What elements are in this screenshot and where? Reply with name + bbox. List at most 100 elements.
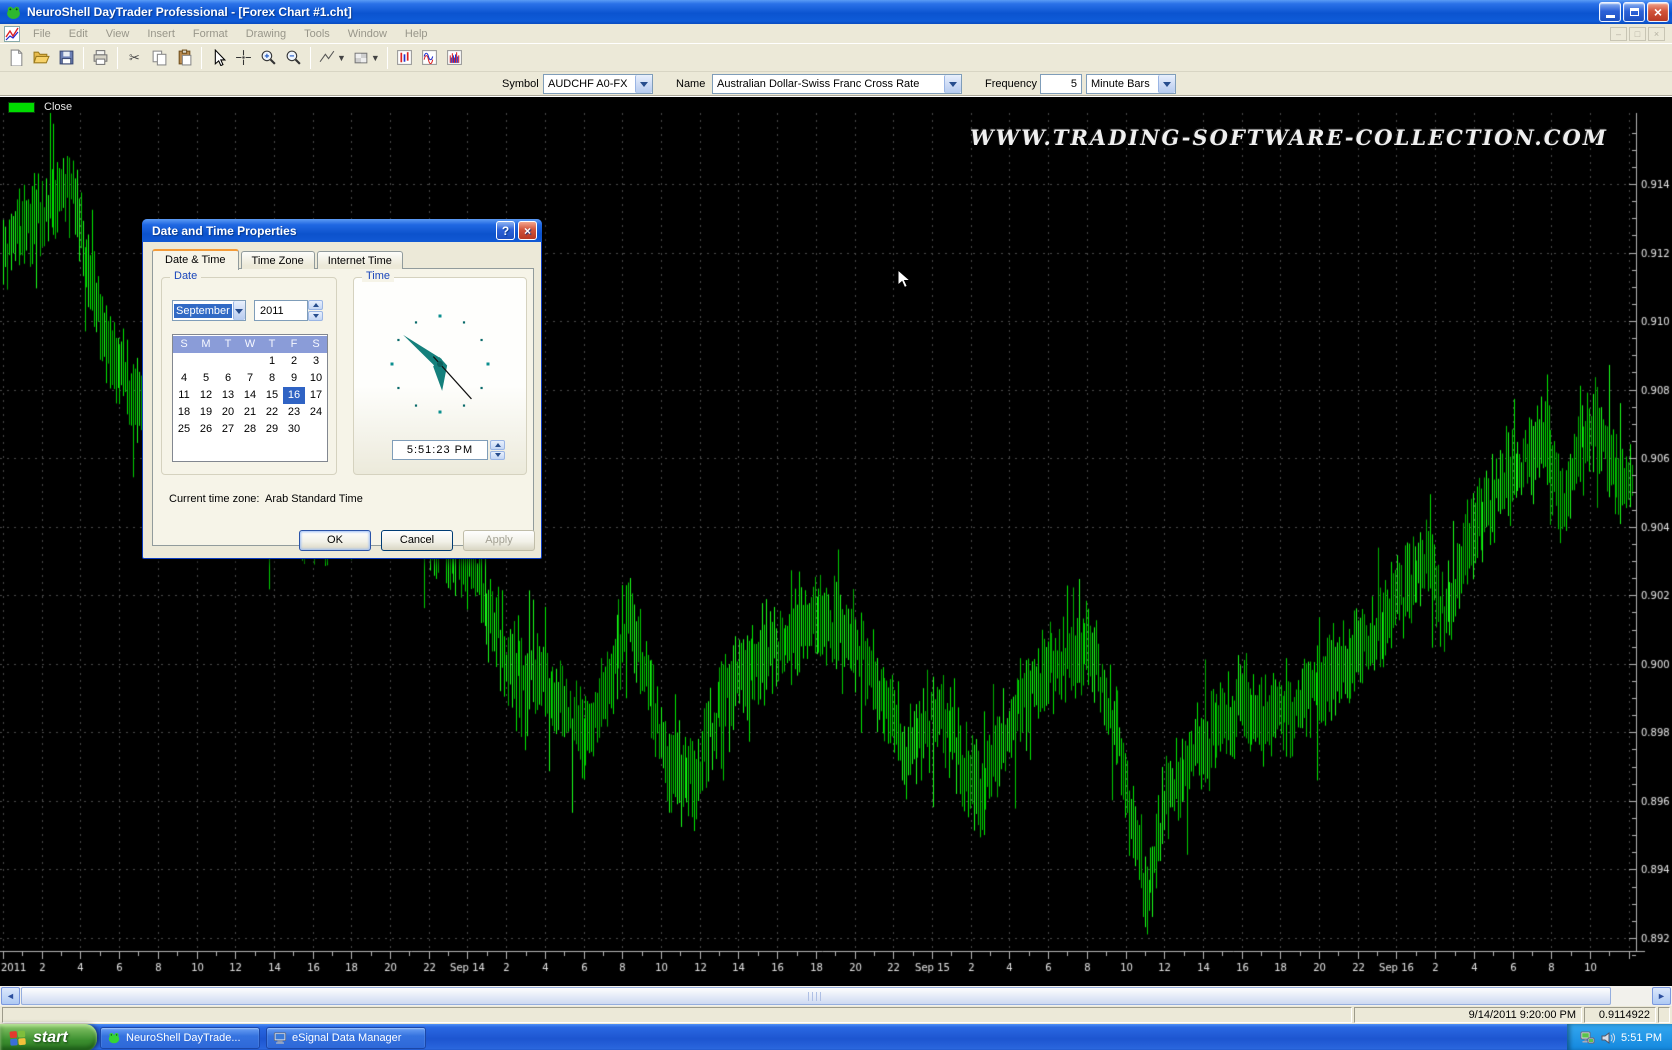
- menu-tools[interactable]: Tools: [295, 27, 339, 41]
- zoom-out-button[interactable]: [281, 46, 306, 70]
- calendar-day[interactable]: 10: [305, 370, 327, 387]
- calendar-day[interactable]: 15: [261, 387, 283, 404]
- calendar-day[interactable]: 18: [173, 404, 195, 421]
- calendar-day[interactable]: 27: [217, 421, 239, 438]
- chevron-down-icon[interactable]: [635, 75, 652, 93]
- line-style-dropdown[interactable]: ▼: [337, 53, 346, 63]
- chevron-down-icon[interactable]: [944, 75, 961, 93]
- menu-format[interactable]: Format: [184, 27, 237, 41]
- new-document-button[interactable]: [4, 46, 29, 70]
- menu-edit[interactable]: Edit: [60, 27, 97, 41]
- chevron-down-icon[interactable]: [233, 301, 245, 320]
- mdi-close-button[interactable]: ×: [1648, 27, 1665, 41]
- spin-up-icon[interactable]: [490, 440, 505, 450]
- menu-insert[interactable]: Insert: [138, 27, 184, 41]
- time-spinner[interactable]: [490, 440, 505, 460]
- fill-pattern-dropdown[interactable]: ▼: [371, 53, 380, 63]
- print-button[interactable]: [88, 46, 113, 70]
- calendar-day[interactable]: 17: [305, 387, 327, 404]
- calendar-day[interactable]: 12: [195, 387, 217, 404]
- scroll-left-arrow[interactable]: ◄: [1, 987, 20, 1005]
- calendar-day[interactable]: 2: [283, 353, 305, 370]
- calendar-day[interactable]: 7: [239, 370, 261, 387]
- calendar-day[interactable]: 11: [173, 387, 195, 404]
- apply-button[interactable]: Apply: [463, 530, 535, 551]
- spin-down-icon[interactable]: [308, 311, 323, 321]
- cut-button[interactable]: ✂: [122, 46, 147, 70]
- mdi-minimize-button[interactable]: –: [1610, 27, 1627, 41]
- chart-line-button[interactable]: [417, 46, 442, 70]
- spin-up-icon[interactable]: [308, 300, 323, 310]
- year-spinner[interactable]: [308, 300, 323, 321]
- calendar-day[interactable]: 29: [261, 421, 283, 438]
- menu-help[interactable]: Help: [396, 27, 437, 41]
- calendar-day[interactable]: 21: [239, 404, 261, 421]
- paste-button[interactable]: [172, 46, 197, 70]
- frequency-input[interactable]: 5: [1040, 74, 1082, 94]
- calendar-day[interactable]: 28: [239, 421, 261, 438]
- menu-view[interactable]: View: [97, 27, 139, 41]
- zoom-in-button[interactable]: [256, 46, 281, 70]
- chart-bars-button[interactable]: [442, 46, 467, 70]
- tab-time-zone[interactable]: Time Zone: [241, 251, 315, 269]
- start-button[interactable]: start: [0, 1024, 97, 1050]
- calendar-day[interactable]: 9: [283, 370, 305, 387]
- calendar-day[interactable]: 19: [195, 404, 217, 421]
- calendar-day[interactable]: 14: [239, 387, 261, 404]
- calendar-day[interactable]: 30: [283, 421, 305, 438]
- calendar-day[interactable]: 23: [283, 404, 305, 421]
- network-icon[interactable]: [1579, 1030, 1595, 1046]
- help-button[interactable]: ?: [496, 221, 515, 240]
- crosshair-tool-button[interactable]: [231, 46, 256, 70]
- dialog-title-bar[interactable]: Date and Time Properties ? ×: [142, 219, 542, 242]
- mdi-restore-button[interactable]: □: [1629, 27, 1646, 41]
- dialog-close-button[interactable]: ×: [518, 221, 537, 240]
- chart-candlesticks-button[interactable]: [392, 46, 417, 70]
- restore-button[interactable]: [1623, 2, 1645, 22]
- calendar-day[interactable]: 3: [305, 353, 327, 370]
- time-input[interactable]: 5:51:23 PM: [392, 440, 488, 460]
- time-group-label: Time: [362, 270, 394, 282]
- scrollbar-thumb[interactable]: [21, 987, 1611, 1005]
- month-combobox[interactable]: September: [172, 300, 246, 321]
- calendar-day[interactable]: 6: [217, 370, 239, 387]
- scroll-right-arrow[interactable]: ►: [1652, 987, 1671, 1005]
- chevron-down-icon[interactable]: [1158, 75, 1175, 93]
- calendar-day-selected[interactable]: 16: [283, 387, 305, 404]
- copy-button[interactable]: [147, 46, 172, 70]
- minimize-button[interactable]: [1599, 2, 1621, 22]
- symbol-combobox[interactable]: AUDCHF A0-FX: [543, 74, 653, 94]
- calendar-day[interactable]: 1: [261, 353, 283, 370]
- taskbar-item-neuroshell[interactable]: NeuroShell DayTrade...: [100, 1027, 260, 1049]
- pointer-tool-button[interactable]: [206, 46, 231, 70]
- menu-window[interactable]: Window: [339, 27, 396, 41]
- calendar-day[interactable]: 4: [173, 370, 195, 387]
- calendar-day[interactable]: 24: [305, 404, 327, 421]
- close-button[interactable]: ×: [1647, 2, 1669, 22]
- menu-file[interactable]: File: [24, 27, 60, 41]
- calendar-day[interactable]: 20: [217, 404, 239, 421]
- calendar-day[interactable]: 22: [261, 404, 283, 421]
- cancel-button[interactable]: Cancel: [381, 530, 453, 551]
- year-input[interactable]: 2011: [254, 300, 308, 321]
- save-button[interactable]: [54, 46, 79, 70]
- tab-internet-time[interactable]: Internet Time: [317, 251, 403, 269]
- taskbar-item-esignal[interactable]: eSignal Data Manager: [266, 1027, 426, 1049]
- spin-down-icon[interactable]: [490, 451, 505, 461]
- title-bar[interactable]: NeuroShell DayTrader Professional - [For…: [0, 0, 1672, 24]
- neuroshell-icon: [107, 1031, 121, 1045]
- calendar-day[interactable]: 13: [217, 387, 239, 404]
- horizontal-scrollbar[interactable]: ◄ ►: [0, 985, 1672, 1006]
- name-combobox[interactable]: Australian Dollar-Swiss Franc Cross Rate: [712, 74, 962, 94]
- calendar-day[interactable]: 8: [261, 370, 283, 387]
- calendar-day[interactable]: 25: [173, 421, 195, 438]
- calendar-day[interactable]: 26: [195, 421, 217, 438]
- tab-date-time[interactable]: Date & Time: [152, 249, 239, 270]
- calendar-day[interactable]: 5: [195, 370, 217, 387]
- volume-icon[interactable]: [1600, 1030, 1616, 1046]
- menu-drawing[interactable]: Drawing: [237, 27, 295, 41]
- frequency-unit-combobox[interactable]: Minute Bars: [1086, 74, 1176, 94]
- chart-doc-icon: [4, 26, 20, 42]
- open-folder-button[interactable]: [29, 46, 54, 70]
- ok-button[interactable]: OK: [299, 530, 371, 551]
